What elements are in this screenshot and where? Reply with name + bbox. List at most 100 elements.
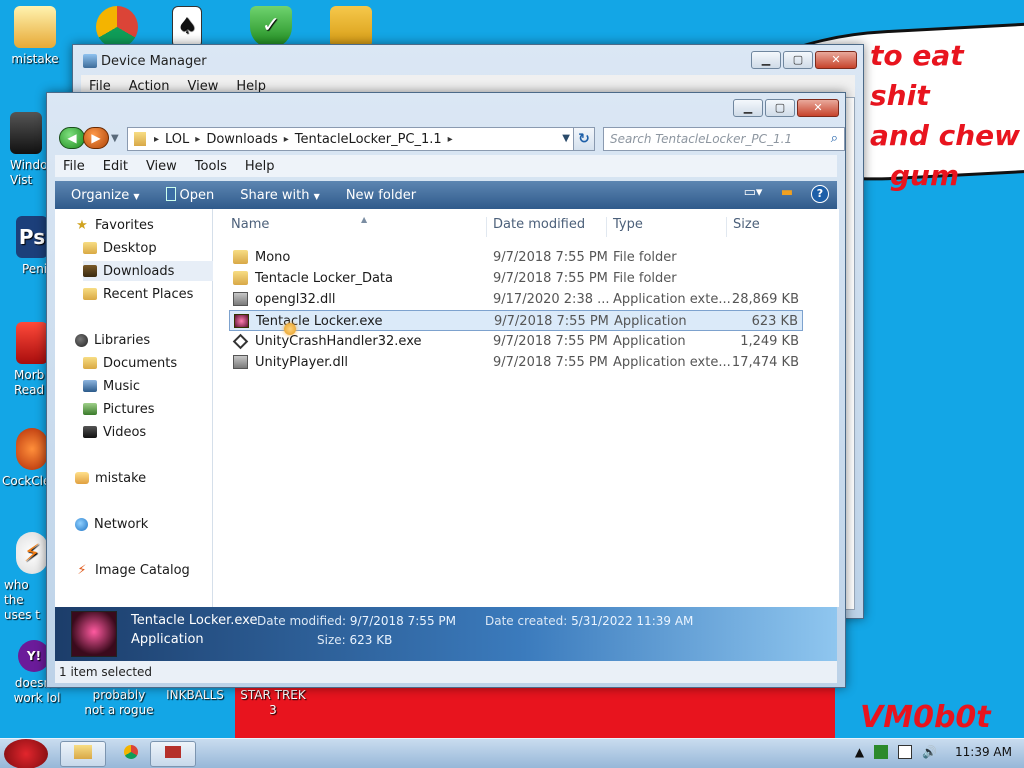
nav-pictures[interactable]: Pictures [83, 399, 217, 419]
desktop-icon-acrobat[interactable]: Morb Read [0, 322, 48, 398]
clock[interactable]: 11:39 AM [955, 745, 1012, 759]
menu-edit[interactable]: Edit [95, 157, 136, 176]
dll-icon [233, 355, 248, 369]
close-button[interactable]: ✕ [815, 51, 857, 69]
recent-pages-dropdown-icon[interactable]: ▼ [111, 133, 119, 144]
taskbar-device-manager-button[interactable] [150, 741, 196, 767]
nav-label: Favorites [95, 217, 154, 233]
new-folder-button[interactable]: New folder [346, 188, 416, 203]
breadcrumb-downloads[interactable]: Downloads [206, 132, 277, 147]
desktop-icon-label: STAR TREK 3 [240, 688, 306, 717]
share-with-button[interactable]: Share with ▼ [240, 188, 320, 203]
device-manager-icon [83, 54, 97, 68]
star-icon: ★ [76, 217, 88, 233]
details-file-name: Tentacle Locker.exe [131, 613, 258, 628]
nav-music[interactable]: Music [83, 376, 217, 396]
nav-documents[interactable]: Documents [83, 353, 217, 373]
network-icon[interactable] [874, 745, 889, 759]
file-name: opengl32.dll [255, 292, 336, 307]
menu-help[interactable]: Help [237, 157, 283, 176]
acrobat-icon [16, 322, 48, 364]
desktop-icon-star-trek[interactable]: STAR TREK 3 [236, 688, 310, 718]
taskbar-chrome-button[interactable] [108, 741, 154, 767]
details-date-created: Date created: 5/31/2022 11:39 AM [485, 614, 693, 628]
nav-videos[interactable]: Videos [83, 422, 217, 442]
maximize-button[interactable]: ▢ [783, 51, 813, 69]
command-bar: Organize ▼ Open Share with ▼ New folder … [55, 181, 837, 209]
file-row[interactable]: UnityCrashHandler32.exe 9/7/2018 7:55 PM… [229, 331, 803, 352]
minimize-button[interactable]: ▁ [751, 51, 781, 69]
address-bar[interactable]: ▸ LOL ▸ Downloads ▸ TentacleLocker_PC_1.… [127, 127, 575, 151]
nav-downloads[interactable]: Downloads [83, 261, 217, 281]
search-box[interactable]: ⌕ [603, 127, 845, 151]
navigation-row: ◀ ▶ ▼ ▸ LOL ▸ Downloads ▸ TentacleLocker… [55, 123, 845, 153]
preview-pane-icon[interactable]: ▬ [777, 185, 797, 203]
nav-libraries[interactable]: Libraries [75, 330, 209, 350]
explorer-window[interactable]: ▁ ▢ ✕ ◀ ▶ ▼ ▸ LOL ▸ Downloads ▸ Tentacle… [46, 92, 846, 688]
back-button[interactable]: ◀ [59, 127, 85, 149]
desktop-icon-avast[interactable]: ⚡ who the uses t [0, 532, 48, 623]
nav-label: Recent Places [103, 286, 194, 302]
sort-ascending-icon: ▲ [361, 215, 368, 224]
desktop-icon-ccleaner[interactable]: CockCle [0, 428, 50, 489]
file-size: 623 KB [751, 314, 798, 329]
volume-icon[interactable]: 🔊 [922, 745, 937, 759]
show-hidden-icons-icon[interactable]: ▲ [855, 745, 864, 759]
column-header-size[interactable]: Size [727, 217, 807, 237]
help-icon[interactable]: ? [811, 185, 829, 203]
desktop-icon-label: mistake [11, 52, 59, 66]
open-button[interactable]: Open [165, 187, 214, 203]
close-button[interactable]: ✕ [797, 99, 839, 117]
file-row[interactable]: Tentacle Locker_Data 9/7/2018 7:55 PM Fi… [229, 268, 803, 289]
nav-image-catalog[interactable]: ⚡ Image Catalog [75, 560, 209, 580]
start-button[interactable] [4, 739, 48, 768]
desktop-icon-photoshop[interactable]: Ps Peni [0, 216, 48, 277]
app-icon [165, 187, 176, 201]
organize-button[interactable]: Organize ▼ [71, 188, 140, 203]
navigation-pane: ★ Favorites Desktop Downloads Recent Pla… [55, 209, 217, 607]
nav-label: Pictures [103, 401, 155, 417]
breadcrumb-tentaclelocker[interactable]: TentacleLocker_PC_1.1 [295, 132, 442, 147]
search-input[interactable] [604, 128, 814, 150]
breadcrumb-lol[interactable]: LOL [165, 132, 189, 147]
taskbar-explorer-button[interactable] [60, 741, 106, 767]
column-header-date[interactable]: Date modified [487, 217, 607, 237]
file-name: UnityCrashHandler32.exe [255, 334, 422, 349]
command-bar-right: ▭▾ ▬ ? [743, 185, 829, 203]
flag-icon[interactable] [898, 745, 913, 759]
nav-network[interactable]: Network [75, 514, 209, 534]
nav-desktop[interactable]: Desktop [83, 238, 217, 258]
documents-icon [83, 357, 97, 369]
address-dropdown-icon[interactable]: ▼ [562, 133, 570, 144]
refresh-button[interactable]: ↻ [573, 127, 595, 151]
forward-button[interactable]: ▶ [83, 127, 109, 149]
desktop-icon-rogue[interactable]: probably not a rogue [82, 688, 156, 718]
file-type: Application [613, 334, 686, 349]
column-header-type[interactable]: Type [607, 217, 727, 237]
desktop-icon-windows-vista[interactable]: Windo Vist [0, 112, 48, 188]
downloads-icon [83, 265, 97, 277]
desktop-icon-mistake[interactable]: mistake [0, 6, 70, 67]
file-row-selected[interactable]: Tentacle Locker.exe 9/7/2018 7:55 PM App… [229, 310, 803, 335]
nav-mistake[interactable]: mistake [75, 468, 209, 488]
file-date: 9/7/2018 7:55 PM [493, 334, 608, 349]
minimize-button[interactable]: ▁ [733, 99, 763, 117]
column-header-name[interactable]: ▲ Name [225, 215, 487, 237]
nav-favorites[interactable]: ★ Favorites [75, 215, 209, 235]
menu-tools[interactable]: Tools [187, 157, 235, 176]
maximize-button[interactable]: ▢ [765, 99, 795, 117]
search-icon[interactable]: ⌕ [831, 131, 838, 146]
folder-icon [134, 132, 146, 146]
nav-recent-places[interactable]: Recent Places [83, 284, 217, 304]
breadcrumb-separator-icon: ▸ [283, 133, 289, 145]
menu-view[interactable]: View [138, 157, 185, 176]
view-options-icon[interactable]: ▭▾ [743, 185, 763, 203]
file-row[interactable]: UnityPlayer.dll 9/7/2018 7:55 PM Applica… [229, 352, 803, 373]
desktop-icon-inkballs[interactable]: INKBALLS [158, 688, 232, 703]
menu-file[interactable]: File [55, 157, 93, 176]
wallpaper-red-block [235, 685, 835, 740]
file-row[interactable]: Mono 9/7/2018 7:55 PM File folder [229, 247, 803, 268]
nav-label: Network [94, 516, 149, 532]
file-row[interactable]: opengl32.dll 9/17/2020 2:38 ... Applicat… [229, 289, 803, 310]
details-size-value: 623 KB [349, 633, 393, 647]
